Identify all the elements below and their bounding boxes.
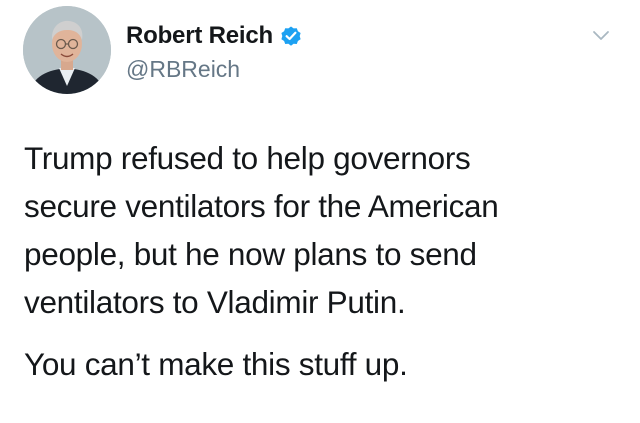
author-name-row: Robert Reich xyxy=(126,20,303,52)
tweet-card: Robert Reich @RBReich Trump refused to h… xyxy=(0,0,640,423)
tweet-paragraph: You can’t make this stuff up. xyxy=(24,346,408,382)
verified-badge-icon xyxy=(279,24,303,48)
avatar-image xyxy=(23,6,111,94)
chevron-down-icon[interactable] xyxy=(590,24,612,46)
author-handle[interactable]: @RBReich xyxy=(126,56,240,83)
tweet-text: Trump refused to help governors secure v… xyxy=(24,134,624,388)
tweet-paragraph: Trump refused to help governors secure v… xyxy=(24,140,499,320)
author-display-name[interactable]: Robert Reich xyxy=(126,22,273,50)
avatar[interactable] xyxy=(23,6,111,94)
